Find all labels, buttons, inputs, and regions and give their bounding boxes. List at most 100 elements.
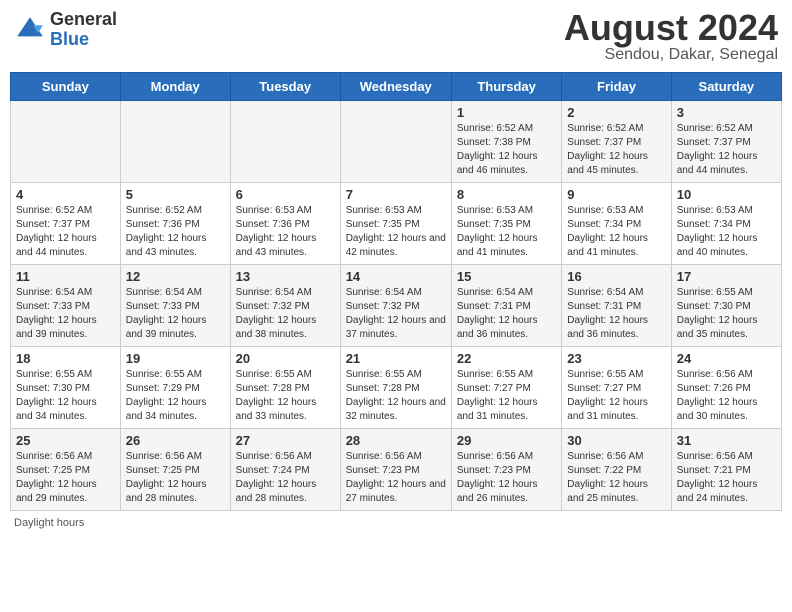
calendar-cell: 13 Sunrise: 6:54 AMSunset: 7:32 PMDayligh… (230, 265, 340, 347)
day-info: Sunrise: 6:55 AMSunset: 7:29 PMDaylight:… (126, 368, 225, 424)
calendar-cell: 5 Sunrise: 6:52 AMSunset: 7:36 PMDaylight… (120, 183, 230, 265)
calendar-cell: 28 Sunrise: 6:56 AMSunset: 7:23 PMDayligh… (340, 429, 451, 511)
day-info: Sunrise: 6:52 AMSunset: 7:37 PMDaylight:… (677, 122, 776, 178)
day-number: 16 (567, 269, 665, 284)
day-number: 28 (346, 433, 446, 448)
day-number: 22 (457, 351, 556, 366)
day-number: 10 (677, 187, 776, 202)
day-number: 4 (16, 187, 115, 202)
calendar-cell: 25Sunrise: 6:56 AMSunset: 7:25 PMDayligh… (11, 429, 121, 511)
day-info: Sunrise: 6:55 AMSunset: 7:28 PMDaylight:… (236, 368, 335, 424)
day-info: Sunrise: 6:54 AMSunset: 7:33 PMDaylight:… (126, 286, 225, 342)
calendar-cell: 9 Sunrise: 6:53 AMSunset: 7:34 PMDaylight… (562, 183, 671, 265)
calendar-cell: 27Sunrise: 6:56 AMSunset: 7:24 PMDayligh… (230, 429, 340, 511)
calendar-table: SundayMondayTuesdayWednesdayThursdayFrid… (10, 72, 782, 511)
calendar-cell: 15 Sunrise: 6:54 AMSunset: 7:31 PMDayligh… (451, 265, 561, 347)
day-number: 15 (457, 269, 556, 284)
day-info: Sunrise: 6:54 AMSunset: 7:31 PMDaylight:… (457, 286, 556, 342)
calendar-cell: 24 Sunrise: 6:56 AMSunset: 7:26 PMDayligh… (671, 347, 781, 429)
day-info: Sunrise: 6:56 AMSunset: 7:22 PMDaylight:… (567, 450, 665, 506)
page-header: General Blue August 2024 Sendou, Dakar, … (10, 10, 782, 64)
calendar-week-row: 11Sunrise: 6:54 AMSunset: 7:33 PMDayligh… (11, 265, 782, 347)
calendar-cell: 6Sunrise: 6:53 AMSunset: 7:36 PMDaylight… (230, 183, 340, 265)
calendar-cell: 19 Sunrise: 6:55 AMSunset: 7:29 PMDayligh… (120, 347, 230, 429)
day-info: Sunrise: 6:54 AMSunset: 7:31 PMDaylight:… (567, 286, 665, 342)
day-info: Sunrise: 6:53 AMSunset: 7:34 PMDaylight:… (567, 204, 665, 260)
day-number: 2 (567, 105, 665, 120)
day-info: Sunrise: 6:53 AMSunset: 7:36 PMDaylight:… (236, 204, 335, 260)
calendar-cell: 23Sunrise: 6:55 AMSunset: 7:27 PMDayligh… (562, 347, 671, 429)
day-number: 5 (126, 187, 225, 202)
day-number: 24 (677, 351, 776, 366)
day-number: 18 (16, 351, 115, 366)
day-info: Sunrise: 6:53 AMSunset: 7:35 PMDaylight:… (346, 204, 446, 260)
day-info: Sunrise: 6:54 AMSunset: 7:33 PMDaylight:… (16, 286, 115, 342)
day-info: Sunrise: 6:52 AMSunset: 7:38 PMDaylight:… (457, 122, 556, 178)
day-info: Sunrise: 6:52 AMSunset: 7:37 PMDaylight:… (567, 122, 665, 178)
calendar-cell: 8Sunrise: 6:53 AMSunset: 7:35 PMDaylight… (451, 183, 561, 265)
calendar-cell: 31Sunrise: 6:56 AMSunset: 7:21 PMDayligh… (671, 429, 781, 511)
location: Sendou, Dakar, Senegal (564, 46, 778, 64)
day-number: 26 (126, 433, 225, 448)
day-info: Sunrise: 6:55 AMSunset: 7:30 PMDaylight:… (16, 368, 115, 424)
calendar-week-row: 18 Sunrise: 6:55 AMSunset: 7:30 PMDayligh… (11, 347, 782, 429)
calendar-cell: 30 Sunrise: 6:56 AMSunset: 7:22 PMDayligh… (562, 429, 671, 511)
day-info: Sunrise: 6:53 AMSunset: 7:34 PMDaylight:… (677, 204, 776, 260)
day-info: Sunrise: 6:53 AMSunset: 7:35 PMDaylight:… (457, 204, 556, 260)
day-number: 9 (567, 187, 665, 202)
calendar-cell: 29 Sunrise: 6:56 AMSunset: 7:23 PMDayligh… (451, 429, 561, 511)
calendar-cell: 12 Sunrise: 6:54 AMSunset: 7:33 PMDayligh… (120, 265, 230, 347)
day-header-tuesday: Tuesday (230, 73, 340, 101)
day-number: 30 (567, 433, 665, 448)
day-info: Sunrise: 6:55 AMSunset: 7:27 PMDaylight:… (457, 368, 556, 424)
daylight-label: Daylight hours (14, 517, 84, 529)
day-header-sunday: Sunday (11, 73, 121, 101)
day-number: 7 (346, 187, 446, 202)
calendar-cell: 14Sunrise: 6:54 AMSunset: 7:32 PMDayligh… (340, 265, 451, 347)
calendar-cell: 20 Sunrise: 6:55 AMSunset: 7:28 PMDayligh… (230, 347, 340, 429)
logo-general-text: General (50, 10, 117, 30)
day-info: Sunrise: 6:55 AMSunset: 7:27 PMDaylight:… (567, 368, 665, 424)
calendar-cell: 22 Sunrise: 6:55 AMSunset: 7:27 PMDayligh… (451, 347, 561, 429)
day-header-thursday: Thursday (451, 73, 561, 101)
day-number: 29 (457, 433, 556, 448)
day-number: 20 (236, 351, 335, 366)
day-info: Sunrise: 6:56 AMSunset: 7:26 PMDaylight:… (677, 368, 776, 424)
day-info: Sunrise: 6:54 AMSunset: 7:32 PMDaylight:… (236, 286, 335, 342)
day-header-monday: Monday (120, 73, 230, 101)
calendar-cell: 2 Sunrise: 6:52 AMSunset: 7:37 PMDaylight… (562, 101, 671, 183)
calendar-cell (120, 101, 230, 183)
calendar-cell: 4Sunrise: 6:52 AMSunset: 7:37 PMDaylight… (11, 183, 121, 265)
title-section: August 2024 Sendou, Dakar, Senegal (564, 10, 778, 64)
calendar-cell: 21Sunrise: 6:55 AMSunset: 7:28 PMDayligh… (340, 347, 451, 429)
day-number: 27 (236, 433, 335, 448)
calendar-cell: 10 Sunrise: 6:53 AMSunset: 7:34 PMDayligh… (671, 183, 781, 265)
calendar-cell: 16 Sunrise: 6:54 AMSunset: 7:31 PMDayligh… (562, 265, 671, 347)
calendar-cell (11, 101, 121, 183)
calendar-cell: 18 Sunrise: 6:55 AMSunset: 7:30 PMDayligh… (11, 347, 121, 429)
calendar-cell: 26 Sunrise: 6:56 AMSunset: 7:25 PMDayligh… (120, 429, 230, 511)
day-number: 13 (236, 269, 335, 284)
day-info: Sunrise: 6:52 AMSunset: 7:36 PMDaylight:… (126, 204, 225, 260)
day-number: 3 (677, 105, 776, 120)
day-header-saturday: Saturday (671, 73, 781, 101)
calendar-cell: 7 Sunrise: 6:53 AMSunset: 7:35 PMDaylight… (340, 183, 451, 265)
day-header-wednesday: Wednesday (340, 73, 451, 101)
day-info: Sunrise: 6:56 AMSunset: 7:23 PMDaylight:… (346, 450, 446, 506)
day-number: 14 (346, 269, 446, 284)
day-info: Sunrise: 6:56 AMSunset: 7:21 PMDaylight:… (677, 450, 776, 506)
calendar-cell: 17 Sunrise: 6:55 AMSunset: 7:30 PMDayligh… (671, 265, 781, 347)
day-number: 19 (126, 351, 225, 366)
day-number: 17 (677, 269, 776, 284)
day-number: 21 (346, 351, 446, 366)
day-number: 12 (126, 269, 225, 284)
logo: General Blue (14, 10, 117, 50)
calendar-cell: 11Sunrise: 6:54 AMSunset: 7:33 PMDayligh… (11, 265, 121, 347)
day-info: Sunrise: 6:55 AMSunset: 7:30 PMDaylight:… (677, 286, 776, 342)
day-info: Sunrise: 6:56 AMSunset: 7:23 PMDaylight:… (457, 450, 556, 506)
day-header-friday: Friday (562, 73, 671, 101)
calendar-week-row: 25Sunrise: 6:56 AMSunset: 7:25 PMDayligh… (11, 429, 782, 511)
day-info: Sunrise: 6:56 AMSunset: 7:25 PMDaylight:… (126, 450, 225, 506)
day-info: Sunrise: 6:56 AMSunset: 7:25 PMDaylight:… (16, 450, 115, 506)
calendar-cell: 1Sunrise: 6:52 AMSunset: 7:38 PMDaylight… (451, 101, 561, 183)
